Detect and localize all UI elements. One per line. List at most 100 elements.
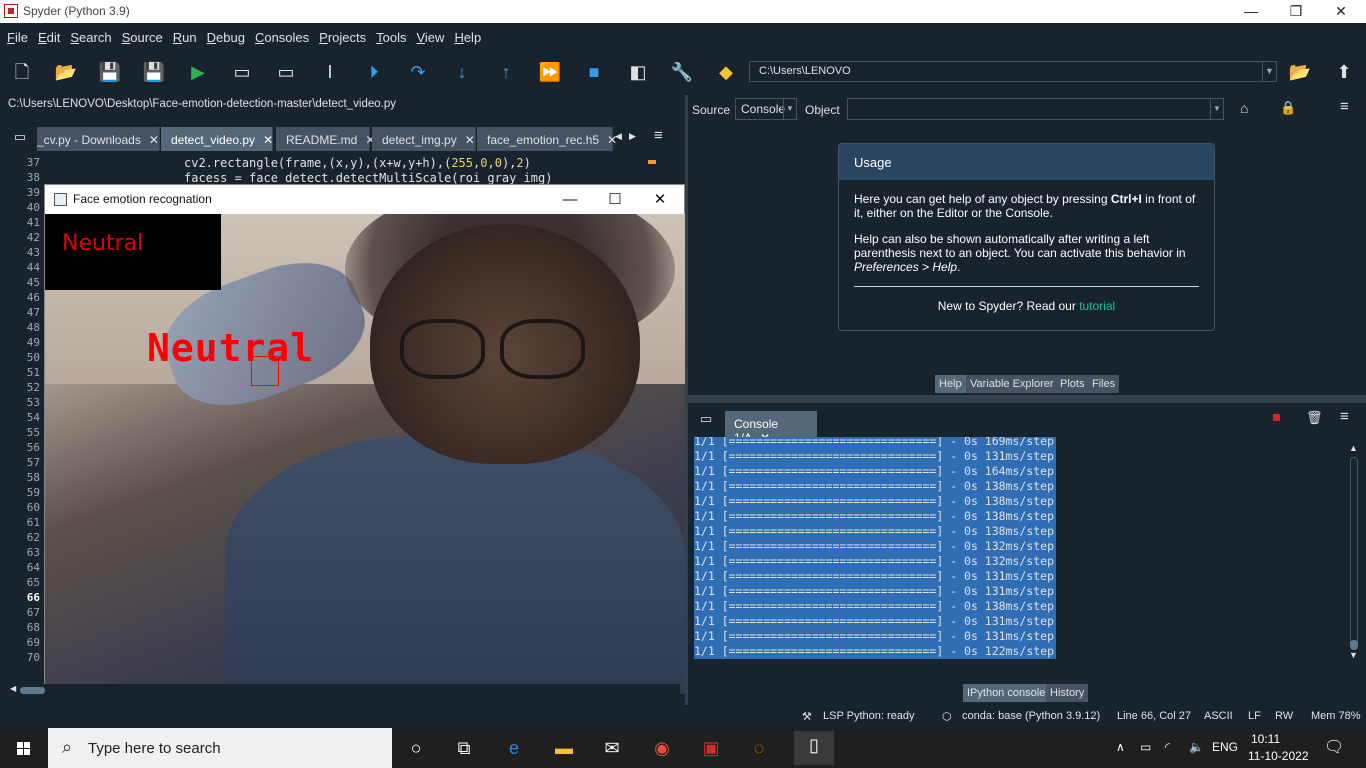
save-icon[interactable]: 💾 [98,60,122,84]
tab-face-emotion-rec[interactable]: face_emotion_rec.h5 ✕ [477,127,617,151]
scrollbar-track[interactable] [1350,457,1358,647]
menu-run[interactable]: Run [166,23,200,45]
tab-detect-img[interactable]: detect_img.py ✕ [372,127,476,151]
menu-file[interactable]: File [0,23,31,45]
file-explorer-icon[interactable]: ▬ [550,734,578,762]
tab-cv-py[interactable]: _cv.py - Downloads ✕ [37,127,160,151]
clock-date[interactable]: 11-10-2022 [1248,749,1309,763]
menu-consoles[interactable]: Consoles [248,23,312,45]
close-button[interactable]: ✕ [638,187,682,213]
show-hidden-icons[interactable]: ∧ [1116,740,1125,754]
pane-splitter-horizontal[interactable] [688,395,1366,403]
close-button[interactable]: ✕ [1318,0,1364,23]
minimize-button[interactable]: — [548,187,592,213]
menu-edit[interactable]: Edit [31,23,63,45]
stop-debug-icon[interactable]: ■ [582,60,606,84]
clock-time[interactable]: 10:11 [1251,732,1280,746]
tab-detect-video[interactable]: detect_video.py ✕ [161,127,273,151]
menu-view[interactable]: View [409,23,447,45]
menu-help[interactable]: Help [447,23,484,45]
tab-scroll-right-icon[interactable]: ▶ [629,131,636,142]
step-return-icon[interactable]: ↑ [494,60,518,84]
menu-source[interactable]: Source [115,23,166,45]
lsp-status[interactable]: LSP Python: ready [823,710,915,722]
preferences-wrench-icon[interactable]: 🔧 [670,60,694,84]
open-file-icon[interactable]: 📂 [54,60,78,84]
edge-icon[interactable]: e [500,734,528,762]
console-output[interactable]: 1/1 [==============================] - 0… [688,437,1366,678]
mail-icon[interactable]: ✉ [598,734,626,762]
scroll-down-icon[interactable]: ▼ [1349,650,1358,660]
volume-icon[interactable]: 🔈 [1189,740,1204,754]
tab-plots[interactable]: Plots [1056,375,1089,393]
browse-folder-icon[interactable]: 📂 [1288,60,1312,84]
python-path-icon[interactable]: ◆ [714,60,738,84]
run-cell-advance-icon[interactable]: ▭ [274,60,298,84]
tab-readme[interactable]: README.md ✕ [276,127,375,151]
hamburger-menu-icon[interactable]: ≡ [1340,98,1349,115]
wifi-icon[interactable]: ◜ [1165,740,1170,754]
step-into-icon[interactable]: ↓ [450,60,474,84]
stop-kernel-icon[interactable] [1273,414,1280,421]
scrollbar-thumb[interactable] [1350,640,1358,650]
chevron-down-icon[interactable]: ▼ [1262,62,1276,81]
tab-variable-explorer[interactable]: Variable Explorer [966,375,1058,393]
run-cell-icon[interactable]: ▭ [230,60,254,84]
jupyter-icon[interactable]: ◌ [745,734,773,762]
close-icon[interactable]: ✕ [263,133,273,147]
hamburger-menu-icon[interactable]: ≡ [1340,408,1349,425]
maximize-button[interactable]: ☐ [593,187,637,213]
browse-tabs-icon[interactable]: ▭ [8,125,32,149]
battery-icon[interactable]: ▭ [1140,740,1151,754]
home-icon[interactable]: ⌂ [1240,100,1248,116]
scroll-up-icon[interactable]: ▲ [1349,443,1358,453]
menu-debug[interactable]: Debug [200,23,248,45]
tab-console-1a[interactable]: Console 1/A✕ [725,411,817,445]
browse-tabs-icon[interactable]: ▭ [700,411,712,427]
maximize-pane-icon[interactable]: ◧ [626,60,650,84]
tab-scroll-left-icon[interactable]: ◀ [615,131,622,142]
notifications-icon[interactable]: 🗨 [1324,737,1344,757]
run-selection-icon[interactable]: I [318,60,342,84]
working-directory-combo[interactable]: C:\Users\LENOVO ▼ [749,61,1277,82]
start-button[interactable] [0,728,48,768]
conda-status[interactable]: conda: base (Python 3.9.12) [962,710,1100,722]
hamburger-menu-icon[interactable]: ≡ [654,127,663,144]
close-icon[interactable]: ✕ [465,133,475,147]
scrollbar-thumb[interactable] [20,687,45,694]
tab-help[interactable]: Help [935,375,966,393]
new-file-icon[interactable]: 🗋 [10,60,34,84]
tutorial-link[interactable]: tutorial [1079,299,1115,313]
tab-ipython-console[interactable]: IPython console [963,684,1050,702]
task-view-icon[interactable]: ⧉ [450,734,478,762]
taskbar-search[interactable]: ⌕ Type here to search [48,728,392,768]
notepad-icon[interactable]: ▯ [794,731,834,765]
scroll-left-icon[interactable]: ◀ [10,684,16,693]
run-icon[interactable]: ▶ [186,60,210,84]
input-language[interactable]: ENG [1212,740,1238,754]
tab-files[interactable]: Files [1088,375,1120,393]
parent-directory-icon[interactable]: ⬆ [1332,60,1356,84]
lock-icon[interactable]: 🔒 [1280,100,1296,116]
editor-horizontal-scrollbar[interactable]: ◀ [8,684,680,696]
opencv-window[interactable]: Face emotion recognation — ☐ ✕ Neutral N… [44,184,685,694]
cortana-icon[interactable]: ○ [402,734,430,762]
trash-icon[interactable]: 🗑 [1306,410,1323,426]
save-all-icon[interactable]: 💾 [142,60,166,84]
code-editor[interactable]: cv2.rectangle(frame,(x,y),(x+w,y+h),(255… [68,153,640,185]
chrome-icon[interactable]: ◉ [648,734,676,762]
menu-tools[interactable]: Tools [369,23,409,45]
console-vertical-scrollbar[interactable]: ▲ ▼ [1349,443,1359,660]
source-combo[interactable]: Console ▼ [735,98,797,120]
menu-search[interactable]: Search [63,23,114,45]
debug-icon[interactable]: ⏵ [362,60,386,84]
step-icon[interactable]: ↷ [406,60,430,84]
minimize-button[interactable]: — [1228,0,1274,23]
close-icon[interactable]: ✕ [149,133,159,147]
spyder-taskbar-icon[interactable]: ▣ [697,734,725,762]
continue-icon[interactable]: ⏩ [538,60,562,84]
restore-button[interactable]: ❐ [1273,0,1319,23]
object-input[interactable]: ▼ [847,98,1224,120]
tab-history[interactable]: History [1046,684,1089,702]
menu-projects[interactable]: Projects [312,23,369,45]
